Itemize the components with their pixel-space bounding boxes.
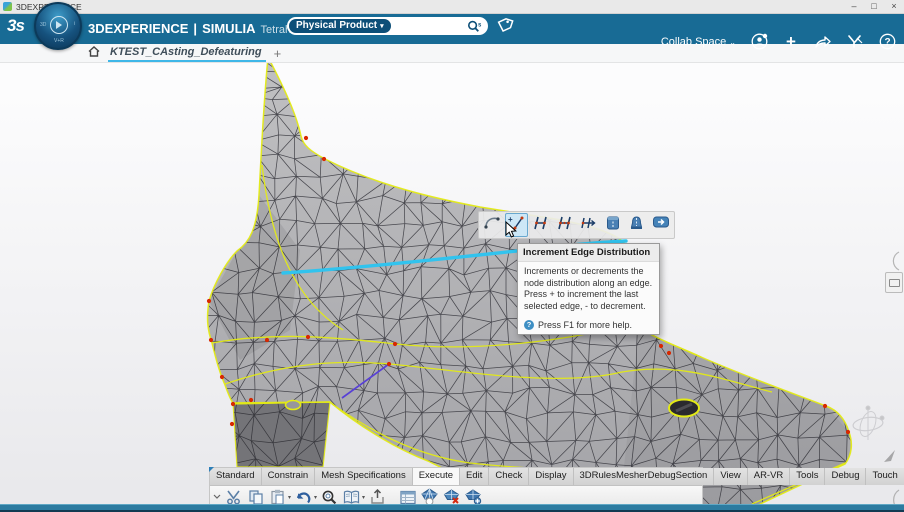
profile-icon[interactable] xyxy=(750,33,768,51)
mesh-part-icon xyxy=(605,215,621,236)
window-titlebar: 3DEXPERIENCE – □ × xyxy=(0,0,904,14)
edge-distribution-geometric-icon xyxy=(556,215,573,236)
mesh-vertex xyxy=(306,335,310,339)
tetrahedron-mesh-canvas xyxy=(0,0,904,512)
3ds-logo-icon[interactable]: 3s xyxy=(7,16,24,36)
mesh-vertex xyxy=(220,375,224,379)
mesh-vertex xyxy=(207,299,211,303)
svg-text:?: ? xyxy=(884,37,890,48)
mesh-bell-button[interactable] xyxy=(625,213,648,237)
minimize-button[interactable]: – xyxy=(844,0,864,13)
3ds-play-icon[interactable] xyxy=(846,33,864,51)
action-tab-tools[interactable]: Tools xyxy=(790,468,825,485)
mesh-notch xyxy=(286,401,301,410)
mesh-vertex xyxy=(387,362,391,366)
compass-play-icon xyxy=(50,16,68,34)
tooltip-help-text: Press F1 for more help. xyxy=(538,320,632,330)
window-app-icon xyxy=(3,2,12,11)
mouse-cursor xyxy=(505,221,518,244)
action-tab-constrain[interactable]: Constrain xyxy=(262,468,316,485)
action-tab-execute[interactable]: Execute xyxy=(413,468,460,485)
mesh-vertex xyxy=(265,338,269,342)
new-tab-button[interactable]: + xyxy=(274,46,282,61)
action-bar-tabs: StandardConstrainMesh SpecificationsExec… xyxy=(210,468,702,486)
action-tab-display[interactable]: Display xyxy=(529,468,573,485)
paste-dropdown-icon[interactable]: ▾ xyxy=(288,494,291,501)
action-tab-touch[interactable]: Touch xyxy=(866,468,904,485)
mesh-vertex xyxy=(231,402,235,406)
chevron-down-icon: ▾ xyxy=(380,23,384,30)
propagate-edge-distribution-button[interactable] xyxy=(577,213,600,237)
3d-compass[interactable]: 3D V+R i xyxy=(34,2,82,50)
action-tab-edit[interactable]: Edit xyxy=(460,468,489,485)
mesh-vertex xyxy=(823,404,827,408)
mesh-vertex xyxy=(230,422,234,426)
maximize-button[interactable]: □ xyxy=(864,0,884,13)
action-tab-debug[interactable]: Debug xyxy=(825,468,866,485)
mesh-vertex xyxy=(209,338,213,342)
action-tab-3drulesmesherdebugsection[interactable]: 3DRulesMesherDebugSection xyxy=(574,468,715,485)
mesh-bell-icon xyxy=(629,215,644,236)
close-button[interactable]: × xyxy=(884,0,904,13)
mesh-vertex xyxy=(667,351,671,355)
help-icon[interactable]: ? xyxy=(878,33,896,51)
action-tab-mesh-specifications[interactable]: Mesh Specifications xyxy=(315,468,412,485)
mesh-part-button[interactable] xyxy=(601,213,624,237)
edge-distribution-button[interactable] xyxy=(529,213,552,237)
svg-text:s: s xyxy=(478,22,482,28)
help-badge-icon: ? xyxy=(524,320,534,330)
chevron-down-icon: ⌄ xyxy=(729,38,736,47)
catalog-dropdown-icon[interactable]: ▾ xyxy=(362,494,365,501)
mesh-vertex xyxy=(846,430,850,434)
mesh-vertex xyxy=(249,398,253,402)
mesh-vertex xyxy=(304,136,308,140)
propagate-edge-distribution-icon xyxy=(579,215,598,236)
add-content-button[interactable]: + xyxy=(782,33,800,51)
collab-space-dropdown[interactable]: Collab Space⌄ xyxy=(661,36,736,48)
6wtags-icon[interactable] xyxy=(495,17,514,40)
hidden-panel-tab[interactable] xyxy=(885,272,903,293)
action-tab-ar-vr[interactable]: AR-VR xyxy=(748,468,791,485)
edge-distribution-icon xyxy=(532,215,549,236)
curve-distribution-button[interactable] xyxy=(481,213,504,237)
brand-suite: SIMULIA xyxy=(202,21,255,36)
window-bottom-border xyxy=(0,504,904,512)
tab-active-document[interactable]: KTEST_CAsting_Defeaturing xyxy=(108,45,266,62)
mesh-vertex xyxy=(322,157,326,161)
undo-dropdown-icon[interactable]: ▾ xyxy=(314,494,317,501)
tooltip-title: Increment Edge Distribution xyxy=(518,244,659,262)
comment-flag-icon xyxy=(652,215,670,235)
edge-distribution-geometric-button[interactable] xyxy=(553,213,576,237)
mesh-vertex xyxy=(393,342,397,346)
action-tab-standard[interactable]: Standard xyxy=(210,468,262,485)
brand-separator: | xyxy=(193,21,197,36)
tooltip-body: Increments or decrements the node distri… xyxy=(518,262,659,318)
brand-3dexperience: 3DEXPERIENCE xyxy=(88,21,188,36)
actionbar-corner-marker xyxy=(209,467,214,472)
mesh-vertex xyxy=(659,344,663,348)
curve-distribution-icon xyxy=(484,215,501,236)
viewport-3d[interactable] xyxy=(0,0,904,512)
action-bar: StandardConstrainMesh SpecificationsExec… xyxy=(209,467,703,508)
share-icon[interactable] xyxy=(814,33,832,51)
action-tab-view[interactable]: View xyxy=(714,468,747,485)
action-tab-check[interactable]: Check xyxy=(489,468,529,485)
search-scope-dropdown[interactable]: Physical Product▾ xyxy=(289,19,391,33)
rotation-gizmo xyxy=(852,406,895,462)
search-input[interactable] xyxy=(391,18,467,34)
top-search-bar[interactable]: Physical Product▾ s xyxy=(287,17,488,35)
home-icon[interactable] xyxy=(88,44,100,62)
comment-flag-button[interactable] xyxy=(649,213,672,237)
tooltip-increment-edge-distribution: Increment Edge Distribution Increments o… xyxy=(517,243,660,335)
search-icon[interactable]: s xyxy=(467,20,482,33)
